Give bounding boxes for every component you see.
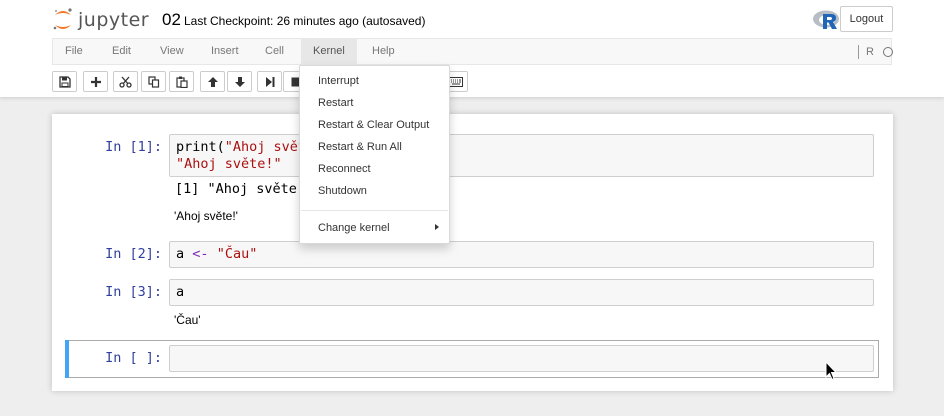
menu-divider (301, 210, 448, 211)
move-up-button[interactable] (200, 71, 225, 92)
code-string: "Ahoj světe!" (176, 156, 282, 172)
menu-item-reconnect[interactable]: Reconnect (318, 161, 371, 177)
menu-item-restart-clear-output[interactable]: Restart & Clear Output (318, 117, 429, 133)
kernel-menu-dropdown: Interrupt Restart Restart & Clear Output… (299, 65, 450, 244)
menu-file[interactable]: File (53, 39, 95, 64)
checkpoint-status: Last Checkpoint: 26 minutes ago (autosav… (184, 14, 426, 28)
copy-button[interactable] (141, 71, 166, 92)
kernel-separator (858, 44, 859, 59)
kernel-indicator: R (858, 39, 893, 64)
kernel-idle-icon (882, 46, 893, 57)
cell-4-prompt: In [ ]: (105, 350, 162, 366)
run-button[interactable] (257, 71, 282, 92)
kernel-name: R (866, 45, 874, 58)
menu-view[interactable]: View (148, 39, 196, 64)
menubar: File Edit View Insert Cell Kernel Help R (52, 38, 893, 65)
notebook-name[interactable]: 02 (162, 10, 181, 30)
menu-item-change-kernel[interactable]: Change kernel (318, 220, 390, 236)
submenu-caret-icon (435, 224, 439, 230)
code-var: a (176, 246, 185, 262)
menu-item-interrupt[interactable]: Interrupt (318, 73, 359, 89)
scissors-icon (119, 76, 132, 88)
move-down-button[interactable] (227, 71, 252, 92)
jupyter-logo-icon (52, 7, 74, 33)
menu-cell[interactable]: Cell (253, 39, 296, 64)
save-icon (58, 75, 71, 88)
menu-edit[interactable]: Edit (100, 39, 143, 64)
menu-item-restart-run-all[interactable]: Restart & Run All (318, 139, 402, 155)
menu-kernel[interactable]: Kernel (301, 39, 357, 64)
cell-2-input[interactable]: a <- "Čau" (169, 241, 874, 268)
insert-cell-button[interactable] (83, 71, 108, 92)
menu-item-shutdown[interactable]: Shutdown (318, 183, 367, 199)
paste-icon (175, 76, 188, 88)
notebook-container: In [1]: print("Ahoj svět "Ahoj světe!" [… (52, 114, 893, 391)
cell-3-prompt: In [3]: (105, 284, 162, 300)
arrow-up-icon (207, 76, 218, 87)
code-operator: <- (192, 246, 209, 262)
copy-icon (147, 75, 159, 88)
cut-button[interactable] (113, 71, 138, 92)
cell-1-prompt: In [1]: (105, 139, 162, 155)
header: jupyter 02 Last Checkpoint: 26 minutes a… (0, 0, 944, 97)
menu-insert[interactable]: Insert (199, 39, 251, 64)
code-var: a (176, 284, 185, 300)
code-fn: print( (176, 139, 225, 155)
save-button[interactable] (52, 71, 77, 92)
r-kernel-logo-icon (812, 8, 842, 32)
cell-3-input[interactable]: a (169, 279, 874, 306)
run-icon (265, 76, 274, 87)
cell-1-stream-output: [1] "Ahoj světe! (175, 181, 306, 197)
code-string: "Čau" (216, 246, 258, 262)
menu-item-restart[interactable]: Restart (318, 95, 353, 111)
paste-button[interactable] (169, 71, 194, 92)
cell-3-result-output: 'Čau' (174, 313, 201, 327)
menu-help[interactable]: Help (360, 39, 407, 64)
code-string: "Ahoj svět (224, 139, 307, 155)
cell-2-prompt: In [2]: (105, 246, 162, 262)
logout-button[interactable]: Logout (840, 6, 893, 32)
cell-1-input[interactable]: print("Ahoj svět "Ahoj světe!" (169, 134, 874, 177)
cell-4-input[interactable] (169, 345, 874, 372)
plus-icon (90, 76, 101, 87)
mouse-cursor-icon (825, 361, 837, 381)
cell-1-result-output: 'Ahoj světe!' (174, 209, 238, 223)
keyboard-icon (448, 76, 463, 87)
jupyter-logo-text: jupyter (78, 9, 150, 31)
jupyter-logo[interactable]: jupyter (52, 5, 149, 35)
arrow-down-icon (234, 76, 245, 87)
